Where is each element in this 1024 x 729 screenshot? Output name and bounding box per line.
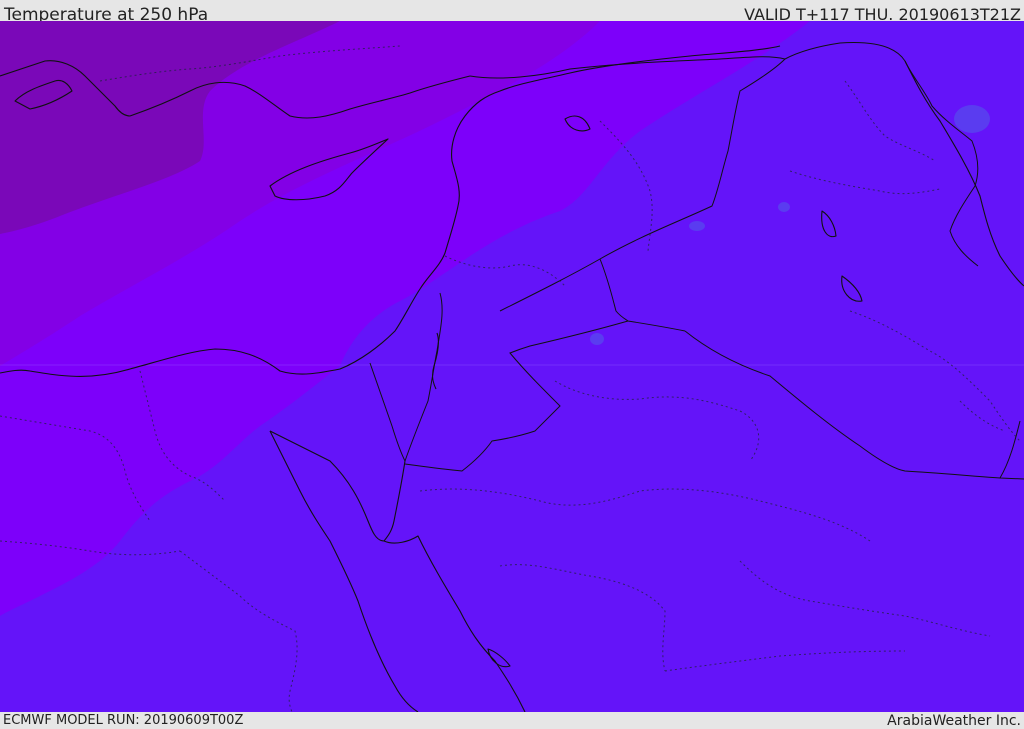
model-run-label: ECMWF MODEL RUN: 20190609T00Z [3,713,244,728]
footer-bar: ECMWF MODEL RUN: 20190609T00Z ArabiaWeat… [0,712,1024,729]
temperature-spot [778,202,790,212]
weather-map-frame: Temperature at 250 hPa VALID T+117 THU. … [0,0,1024,729]
temperature-spot [954,105,990,133]
header-bar: Temperature at 250 hPa VALID T+117 THU. … [0,0,1024,25]
temperature-spot [590,333,604,345]
temperature-spot [689,221,705,231]
credit-label: ArabiaWeather Inc. [887,713,1021,729]
temperature-map[interactable] [0,21,1024,712]
